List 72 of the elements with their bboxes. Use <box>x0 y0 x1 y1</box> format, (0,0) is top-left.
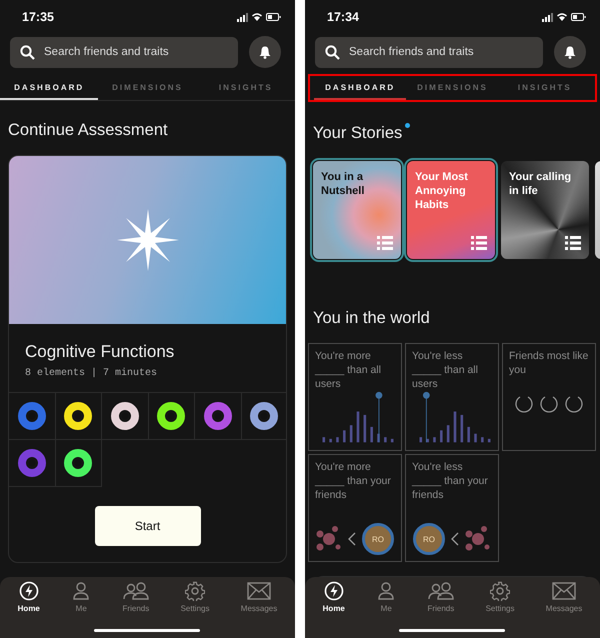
story-card[interactable]: You in a Nutshell <box>313 161 401 259</box>
search-placeholder: Search friends and traits <box>44 46 169 58</box>
less-than-icon <box>451 532 459 546</box>
story-title: Your Most Annoying Habits <box>415 170 469 212</box>
tab[interactable]: DASHBOARD <box>314 76 406 100</box>
star-icon <box>116 209 178 271</box>
people-icon <box>122 581 149 601</box>
start-button[interactable]: Start <box>94 506 200 546</box>
search-field[interactable]: Search friends and traits <box>315 36 543 68</box>
nav-item[interactable]: Me <box>67 581 96 615</box>
envelope-icon <box>552 581 576 601</box>
nav-item[interactable]: Messages <box>236 581 282 615</box>
avatar: RO <box>362 523 394 555</box>
world-tile[interactable]: You're less _____ than your friends RO <box>405 454 499 562</box>
story-card[interactable]: Your calling in life <box>501 161 589 259</box>
section-heading: Your Stories <box>313 124 402 143</box>
status-time: 17:34 <box>327 10 359 24</box>
section-heading: Continue Assessment <box>8 121 169 140</box>
person-icon <box>376 581 396 601</box>
card-subtitle: 8 elements | 7 minutes <box>25 368 158 379</box>
tab[interactable]: DIMENSIONS <box>406 76 499 100</box>
section-heading: You in the world <box>313 309 431 328</box>
nav-item[interactable]: Settings <box>176 581 214 615</box>
tile-caption: You're more _____ than all users <box>315 349 382 391</box>
search-placeholder: Search friends and traits <box>349 46 474 58</box>
gear-icon <box>490 581 510 601</box>
story-title: You in a Nutshell <box>321 170 366 198</box>
lightning-icon <box>324 581 344 601</box>
tab[interactable]: DIMENSIONS <box>98 76 197 100</box>
bubble-cluster-icon <box>316 526 342 552</box>
status-icons-drawing <box>237 12 281 22</box>
tile-caption: You're less _____ than your friends <box>412 460 489 502</box>
tile-caption: You're less _____ than all users <box>412 349 479 391</box>
list-icon <box>471 236 487 250</box>
status-time: 17:35 <box>22 10 54 24</box>
tab[interactable]: INSIGHTS <box>196 76 295 100</box>
bell-icon <box>259 46 271 58</box>
nav-item[interactable]: Friends <box>118 581 154 615</box>
person-icon <box>71 581 92 601</box>
nav-item[interactable]: Settings <box>482 581 518 615</box>
search-field[interactable]: Search friends and traits <box>10 36 238 68</box>
nav-item[interactable]: Me <box>372 581 400 615</box>
notification-button[interactable] <box>249 36 281 68</box>
lightning-icon <box>18 581 39 601</box>
nav-item[interactable]: Home <box>14 581 44 615</box>
nav-item[interactable]: Home <box>318 581 349 615</box>
search-icon <box>20 44 35 60</box>
nav-item[interactable]: Friends <box>424 581 458 615</box>
world-tile[interactable]: Friends most like you <box>502 343 596 451</box>
card-title: Cognitive Functions <box>25 342 176 362</box>
bubble-cluster-icon <box>465 526 491 552</box>
tile-caption: Friends most like you <box>509 349 589 377</box>
avatar: RO <box>413 523 445 555</box>
tab[interactable]: INSIGHTS <box>498 76 591 100</box>
search-icon <box>325 44 340 60</box>
nav-item[interactable]: Messages <box>542 581 586 615</box>
bell-icon <box>564 46 576 58</box>
world-tile[interactable]: You're more _____ than all users <box>308 343 402 451</box>
tile-caption: You're more _____ than your friends <box>315 460 392 502</box>
world-tile[interactable]: You're more _____ than your friends RO <box>308 454 402 562</box>
world-tile[interactable]: You're less _____ than all users <box>405 343 499 451</box>
story-title: Your calling in life <box>509 170 572 198</box>
gear-icon <box>185 581 206 601</box>
people-icon <box>428 581 454 601</box>
notification-button[interactable] <box>554 36 586 68</box>
status-icons-drawing <box>542 12 586 22</box>
list-icon <box>565 236 581 250</box>
envelope-icon <box>247 581 272 601</box>
tab[interactable]: DASHBOARD <box>0 76 98 100</box>
story-card[interactable]: Your Most Annoying Habits <box>407 161 495 259</box>
list-icon <box>377 236 393 250</box>
less-than-icon <box>348 532 356 546</box>
